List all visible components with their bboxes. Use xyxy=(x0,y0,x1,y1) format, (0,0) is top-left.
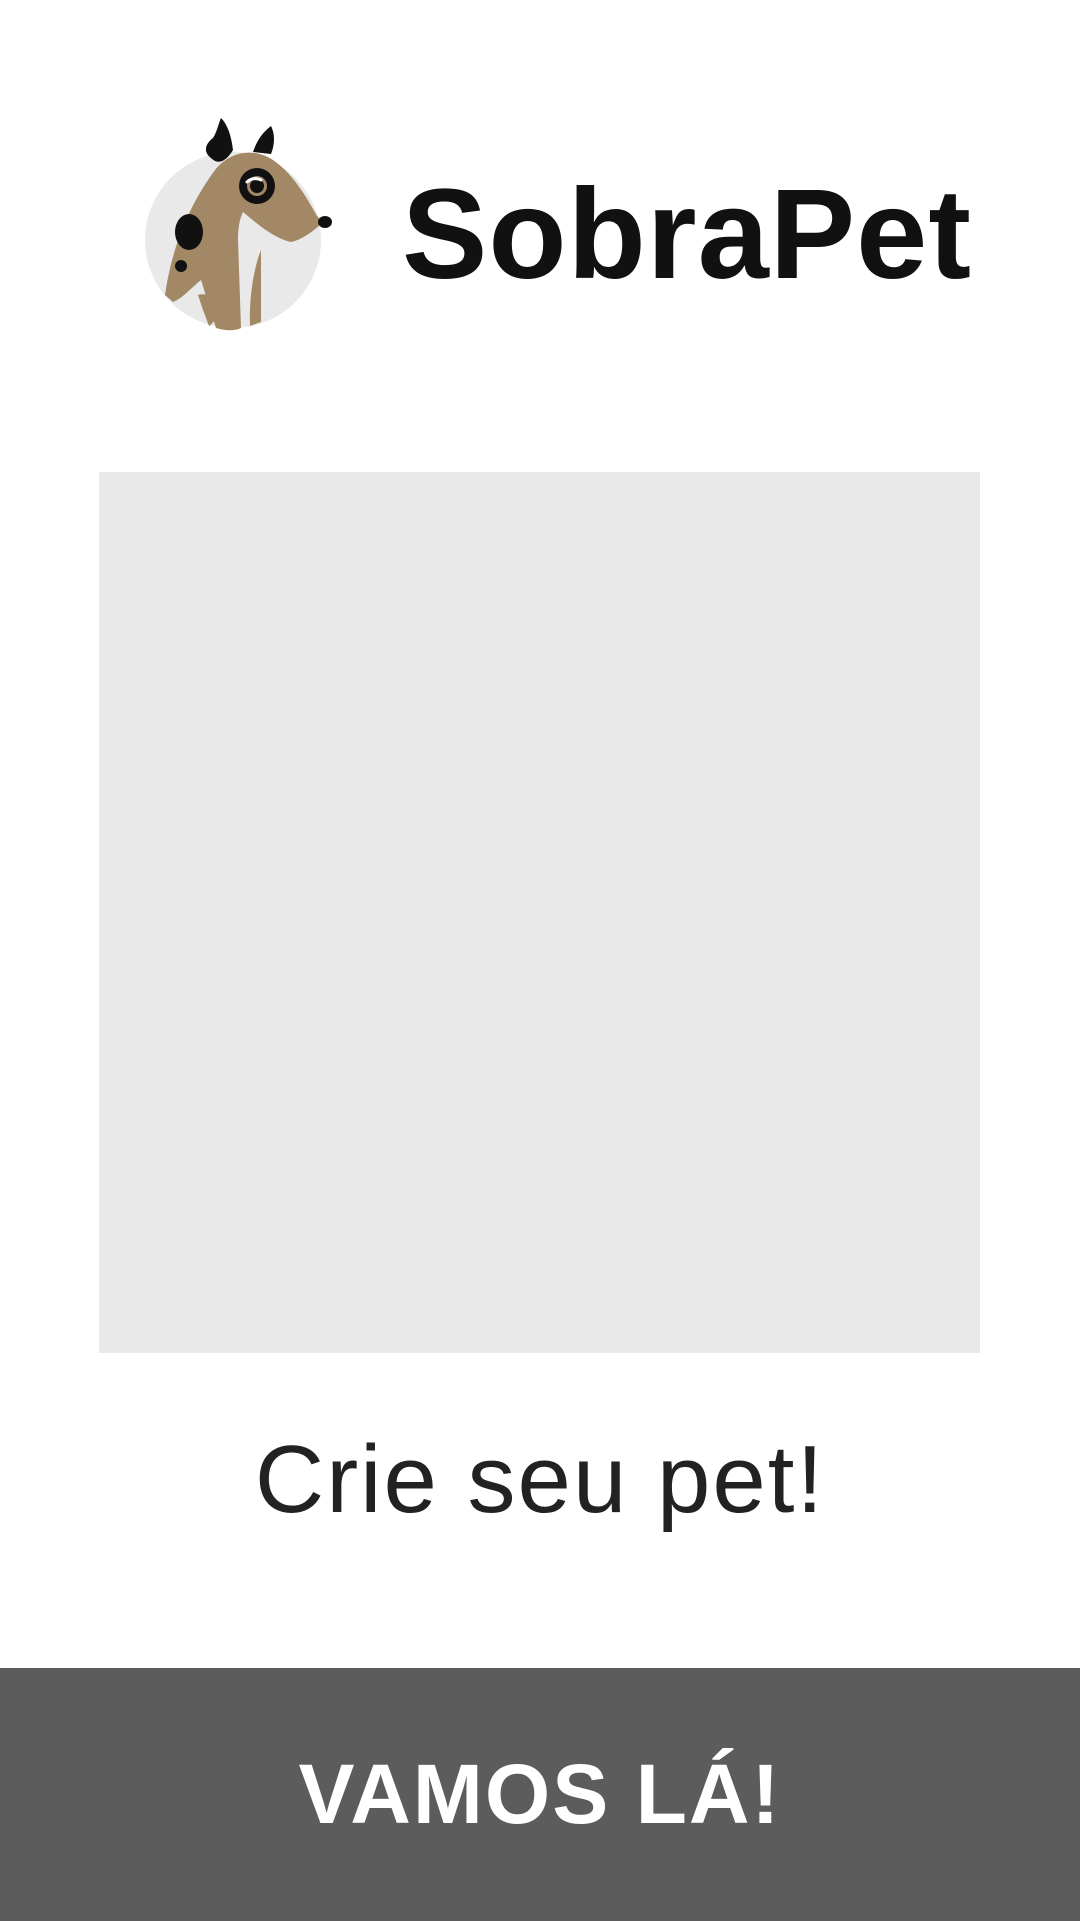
app-name: SobraPet xyxy=(402,163,972,306)
tagline: Crie seu pet! xyxy=(254,1426,826,1533)
dog-logo-icon xyxy=(143,110,343,335)
start-button[interactable]: VAMOS LÁ! xyxy=(0,1668,1080,1921)
start-button-label: VAMOS LÁ! xyxy=(298,1747,782,1841)
app-header: SobraPet xyxy=(0,0,1080,360)
pet-image-placeholder xyxy=(99,472,980,1353)
